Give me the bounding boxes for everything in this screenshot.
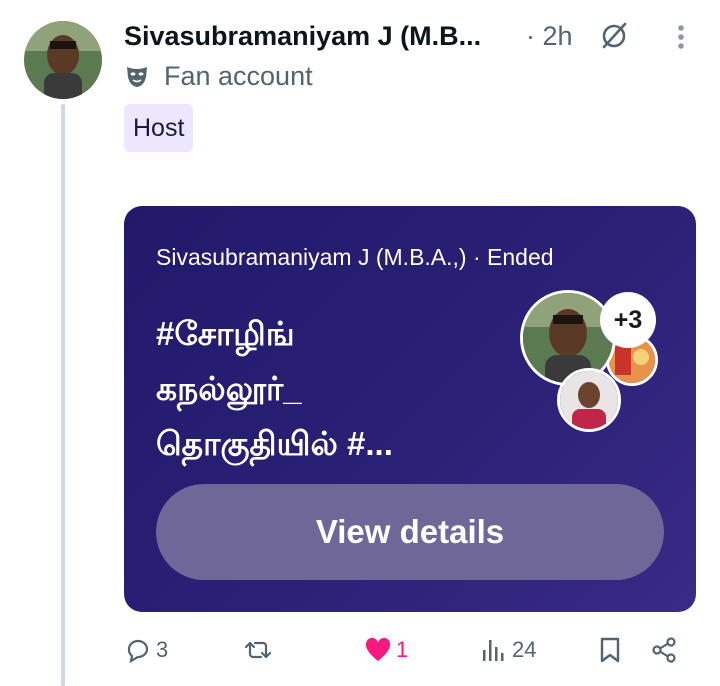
grok-icon[interactable]	[598, 20, 630, 52]
views-count: 24	[512, 637, 537, 662]
repost-icon	[244, 641, 272, 659]
views-button[interactable]: 24	[480, 630, 536, 670]
speaker-avatars: +3	[520, 290, 660, 432]
reply-icon	[127, 639, 149, 664]
avatar[interactable]	[24, 21, 102, 99]
like-count: 1	[396, 637, 409, 662]
space-title-line: தொகுதியில் #...	[156, 425, 393, 462]
share-icon	[652, 637, 676, 663]
extra-speakers-count: +3	[600, 292, 656, 348]
like-button[interactable]: 1	[364, 630, 408, 670]
reply-count: 3	[156, 637, 169, 662]
heart-icon	[365, 637, 391, 661]
author-name[interactable]: Sivasubramaniyam J (M.B...	[124, 18, 481, 54]
thread-line	[61, 104, 65, 686]
repost-button[interactable]	[244, 630, 276, 670]
views-icon	[483, 640, 504, 661]
host-badge: Host	[124, 104, 194, 152]
bookmark-button[interactable]	[596, 630, 624, 670]
post-header: Sivasubramaniyam J (M.B... · 2h	[124, 18, 700, 58]
space-title: #சோழிங் கநல்லூர்_ தொகுதியில் #...	[156, 306, 496, 471]
action-bar: 3 1 24	[124, 630, 704, 670]
space-meta: Sivasubramaniyam J (M.B.A.,) · Ended	[156, 244, 554, 270]
more-icon[interactable]	[669, 22, 693, 52]
view-details-button[interactable]: View details	[156, 484, 664, 580]
post-time[interactable]: · 2h	[526, 18, 573, 54]
share-button[interactable]	[650, 630, 678, 670]
mask-icon	[124, 63, 150, 89]
bookmark-icon	[600, 637, 620, 663]
space-title-line: கநல்லூர்_	[156, 370, 302, 407]
reply-button[interactable]: 3	[124, 630, 168, 670]
space-title-line: #சோழிங்	[156, 315, 295, 352]
label-text: Fan account	[164, 61, 313, 91]
space-card[interactable]: Sivasubramaniyam J (M.B.A.,) · Ended #சோ…	[124, 206, 696, 612]
speaker-avatar	[557, 368, 621, 432]
